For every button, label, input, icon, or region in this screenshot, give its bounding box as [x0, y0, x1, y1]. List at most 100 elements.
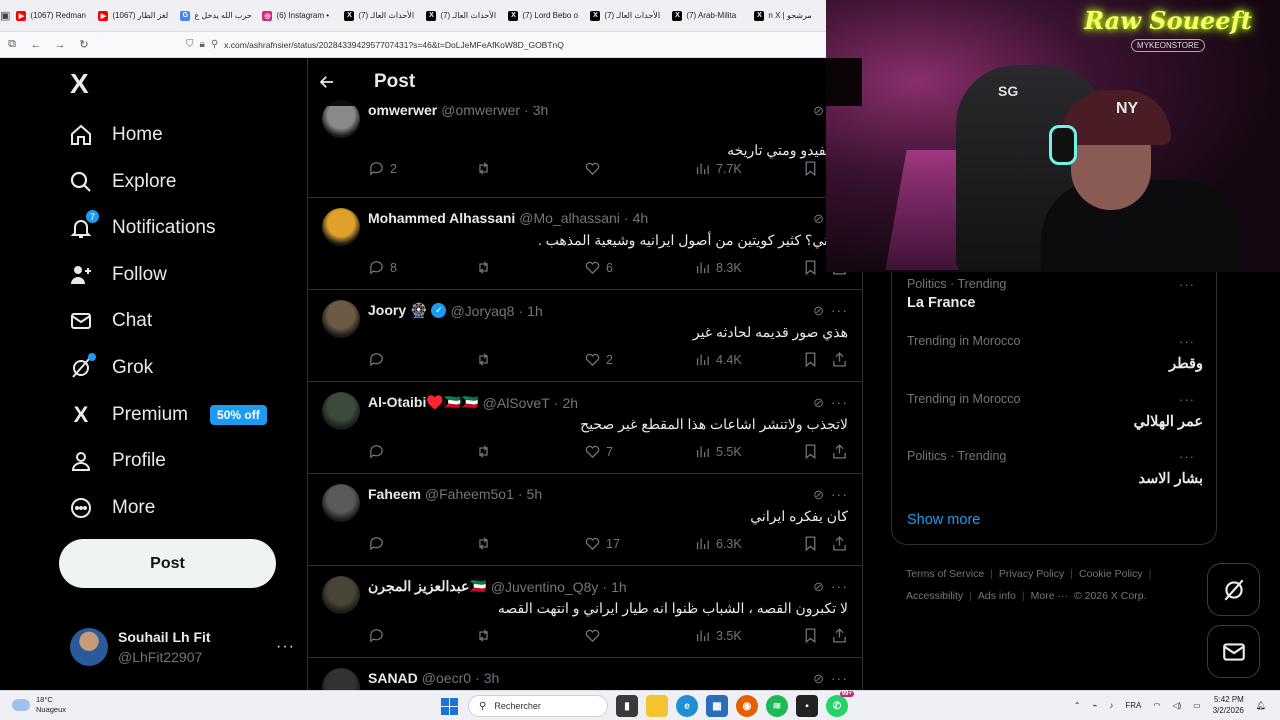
sidebar-item-profile[interactable]: Profile: [68, 443, 166, 479]
views-button[interactable]: 5.5K: [694, 443, 742, 460]
grok-fab-button[interactable]: [1207, 563, 1260, 616]
avatar[interactable]: [322, 392, 360, 430]
reply-button[interactable]: 8: [368, 259, 397, 276]
notification-bell-icon[interactable]: 🔔︎: [1256, 701, 1266, 710]
views-button[interactable]: 7.7K: [694, 160, 742, 177]
sidebar-item-home[interactable]: Home: [68, 117, 163, 153]
bookmark-button[interactable]: [802, 160, 819, 177]
app-icon[interactable]: ▪: [796, 695, 818, 717]
avatar[interactable]: [322, 668, 360, 690]
task-view-icon[interactable]: ▮: [616, 695, 638, 717]
reply-tweet[interactable]: SANAD @oecr0 · 3h ⊘ ···: [308, 658, 862, 690]
tweet-time[interactable]: 3h: [484, 670, 500, 686]
more-dots-icon[interactable]: ···: [1179, 449, 1195, 464]
tweet-author-handle[interactable]: @Juventino_Q8y: [491, 579, 599, 595]
reply-tweet[interactable]: Joory 🎡 ✓ @Joryaq8 · 1h ⊘ ··· هذي صور قديم…: [308, 290, 862, 382]
tweet-time[interactable]: 5h: [527, 486, 543, 502]
spotify-icon[interactable]: ≋: [766, 695, 788, 717]
tweet-time[interactable]: 2h: [562, 395, 578, 411]
sidebar-item-premium[interactable]: X Premium 50% off: [68, 397, 267, 433]
sidebar-item-grok[interactable]: Grok: [68, 350, 153, 386]
reply-tweet[interactable]: Mohammed Alhassani @Mo_alhassani · 4h ⊘ ·…: [308, 198, 862, 290]
reply-button[interactable]: [368, 627, 390, 644]
tweet-author-name[interactable]: Faheem: [368, 486, 421, 502]
x-logo-icon[interactable]: X: [70, 70, 98, 98]
wifi-icon[interactable]: ◠: [1153, 701, 1160, 710]
browser-tab[interactable]: G حرب الله يدخل ع: [174, 0, 256, 31]
firefox-icon[interactable]: ◉: [736, 695, 758, 717]
like-button[interactable]: [584, 160, 606, 177]
views-button[interactable]: 8.3K: [694, 259, 742, 276]
sidebar-item-notifications[interactable]: 7 Notifications: [68, 209, 216, 246]
more-dots-icon[interactable]: ···: [831, 578, 848, 594]
sidebar-item-more[interactable]: More: [68, 490, 155, 526]
tweet-time[interactable]: 4h: [633, 210, 649, 226]
like-button[interactable]: 6: [584, 259, 613, 276]
footer-link[interactable]: More ···: [1031, 590, 1068, 602]
like-button[interactable]: [584, 627, 606, 644]
volume-icon[interactable]: ◁): [1172, 701, 1181, 710]
retweet-button[interactable]: [475, 627, 497, 644]
share-button[interactable]: [831, 443, 848, 460]
tweet-author-name[interactable]: Al-Otaibi♥️🇰🇼🇰🇼: [368, 394, 479, 411]
reply-tweet[interactable]: Faheem @Faheem5o1 · 5h ⊘ ··· كان يفكره اير…: [308, 474, 862, 566]
windows-start-icon[interactable]: [438, 695, 460, 717]
sidebar-toggle-icon[interactable]: ⧉: [0, 33, 24, 57]
url-field[interactable]: ⛉ 🔒︎ ⚲ x.com/ashrafnsier/status/20284339…: [186, 39, 564, 50]
sidebar-item-follow[interactable]: Follow: [68, 257, 167, 293]
browser-tab[interactable]: ◎ (6) Instagram •: [256, 0, 338, 31]
bookmark-button[interactable]: [802, 535, 819, 552]
battery-icon[interactable]: ▭: [1193, 701, 1201, 710]
more-dots-icon[interactable]: ···: [1179, 277, 1195, 292]
grok-icon[interactable]: ⊘: [813, 671, 824, 687]
bookmark-button[interactable]: [802, 627, 819, 644]
back-nav-icon[interactable]: ←: [24, 33, 48, 57]
tweet-author-handle[interactable]: @Faheem5o1: [425, 486, 514, 502]
browser-tab[interactable]: ▶ (1067) لغز الطار: [92, 0, 174, 31]
share-button[interactable]: [831, 627, 848, 644]
avatar[interactable]: [322, 484, 360, 522]
reply-tweet[interactable]: عبدالعزيز المجرن🇰🇼 @Juventino_Q8y · 1h ⊘…: [308, 566, 862, 658]
browser-tab[interactable]: X (7) Lord Bebo o: [502, 0, 584, 31]
reply-tweet[interactable]: omwerwer @omwerwer · 3h ⊘···@gذا الفيدو …: [308, 90, 862, 198]
grok-icon[interactable]: ⊘: [813, 395, 824, 411]
footer-link[interactable]: Cookie Policy: [1079, 568, 1143, 580]
tweet-author-name[interactable]: SANAD: [368, 670, 418, 686]
retweet-button[interactable]: [475, 443, 497, 460]
views-button[interactable]: 6.3K: [694, 535, 742, 552]
like-button[interactable]: 7: [584, 443, 613, 460]
grok-icon[interactable]: ⊘: [813, 303, 824, 319]
footer-link[interactable]: Accessibility: [906, 590, 963, 602]
share-button[interactable]: [831, 351, 848, 368]
sidebar-item-chat[interactable]: Chat: [68, 303, 152, 339]
bookmark-button[interactable]: [802, 351, 819, 368]
forward-nav-icon[interactable]: →: [48, 33, 72, 57]
bookmark-button[interactable]: [802, 443, 819, 460]
browser-tab[interactable]: Xn X | مرشحو: [748, 0, 826, 31]
browser-tab[interactable]: X (7) Arab-Milita: [666, 0, 748, 31]
retweet-button[interactable]: [475, 259, 497, 276]
tweet-author-name[interactable]: Mohammed Alhassani: [368, 210, 515, 226]
more-dots-icon[interactable]: ···: [831, 394, 848, 410]
taskbar-search[interactable]: ⚲ Rechercher: [468, 695, 608, 717]
more-dots-icon[interactable]: ···: [831, 486, 848, 502]
tweet-author-name[interactable]: عبدالعزيز المجرن🇰🇼: [368, 578, 487, 595]
avatar[interactable]: [322, 576, 360, 614]
grok-icon[interactable]: ⊘: [813, 579, 824, 595]
messages-fab-button[interactable]: [1207, 625, 1260, 678]
bookmark-button[interactable]: [802, 259, 819, 276]
reply-button[interactable]: [368, 351, 390, 368]
tweet-time[interactable]: 1h: [611, 579, 627, 595]
tweet-time[interactable]: 1h: [527, 303, 543, 319]
language-indicator[interactable]: FRA: [1125, 701, 1141, 710]
avatar[interactable]: [322, 300, 360, 338]
edge-icon[interactable]: e: [676, 695, 698, 717]
views-button[interactable]: 4.4K: [694, 351, 742, 368]
more-dots-icon[interactable]: ···: [831, 670, 848, 686]
tweet-author-handle[interactable]: @oecr0: [422, 670, 471, 686]
weather-widget[interactable]: 18°C Nuageux: [12, 695, 66, 715]
microphone-icon[interactable]: ♪: [1109, 701, 1113, 710]
back-arrow-icon[interactable]: [318, 73, 366, 91]
tweet-author-handle[interactable]: @Mo_alhassani: [519, 210, 620, 226]
clock[interactable]: 5:42 PM 3/2/2026: [1213, 694, 1244, 716]
